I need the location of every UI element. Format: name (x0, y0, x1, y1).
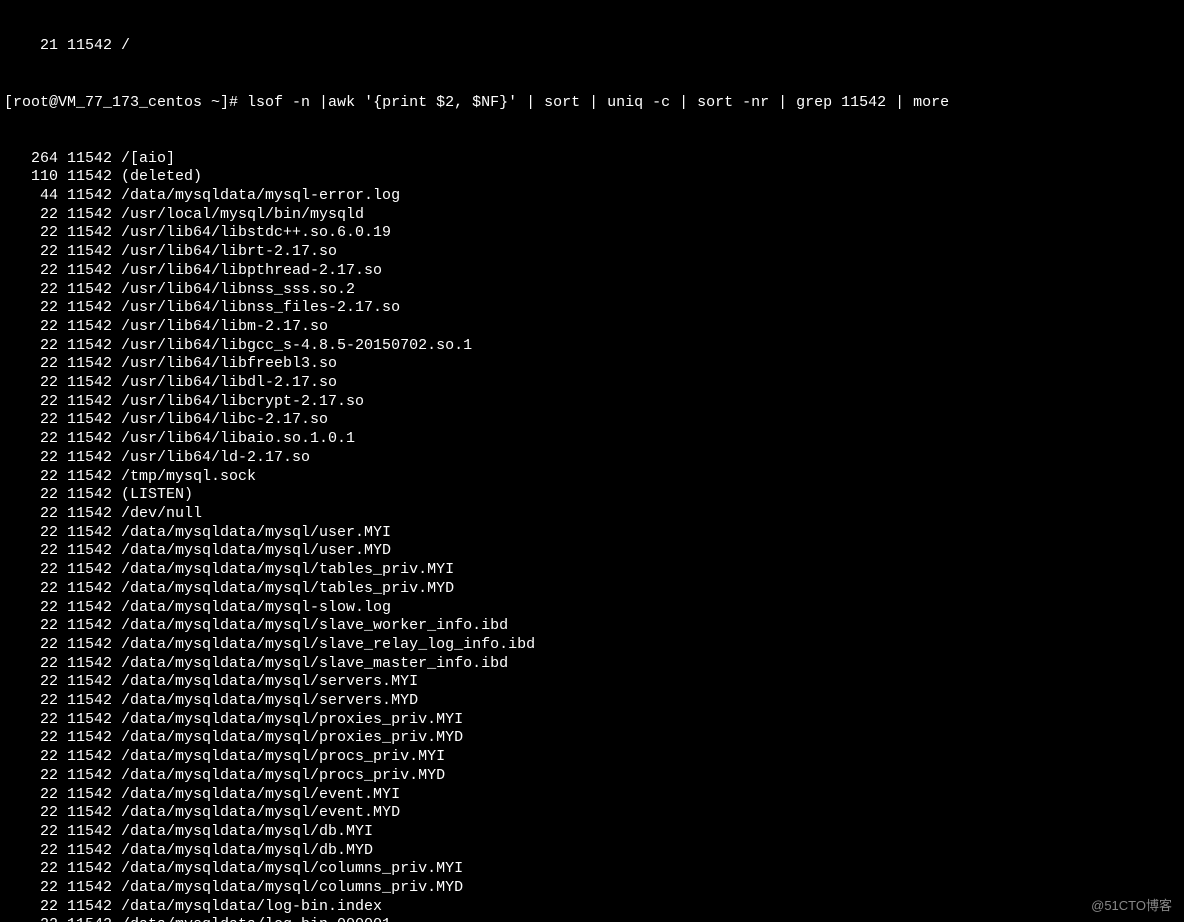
output-line: 22 11542 /data/mysqldata/mysql/servers.M… (4, 673, 1180, 692)
output-line: 22 11542 /usr/lib64/libnss_files-2.17.so (4, 299, 1180, 318)
output-line: 22 11542 /data/mysqldata/mysql/slave_rel… (4, 636, 1180, 655)
output-line: 22 11542 /data/mysqldata/mysql/tables_pr… (4, 580, 1180, 599)
output-rows: 264 11542 /[aio] 110 11542 (deleted) 44 … (4, 150, 1180, 922)
output-line: 22 11542 /data/mysqldata/mysql/columns_p… (4, 879, 1180, 898)
output-line: 22 11542 /usr/lib64/libcrypt-2.17.so (4, 393, 1180, 412)
output-line: 22 11542 /usr/lib64/libstdc++.so.6.0.19 (4, 224, 1180, 243)
terminal[interactable]: 21 11542 / [root@VM_77_173_centos ~]# ls… (0, 0, 1184, 922)
output-line: 22 11542 /data/mysqldata/mysql/proxies_p… (4, 729, 1180, 748)
output-line: 22 11542 /data/mysqldata/mysql/event.MYD (4, 804, 1180, 823)
output-line: 22 11542 /data/mysqldata/mysql/columns_p… (4, 860, 1180, 879)
output-line: 22 11542 /data/mysqldata/mysql/user.MYD (4, 542, 1180, 561)
output-line: 22 11542 /usr/lib64/ld-2.17.so (4, 449, 1180, 468)
output-line: 22 11542 /data/mysqldata/mysql/slave_mas… (4, 655, 1180, 674)
output-line: 22 11542 /data/mysqldata/mysql/procs_pri… (4, 748, 1180, 767)
output-line: 22 11542 /usr/lib64/libdl-2.17.so (4, 374, 1180, 393)
output-line: 110 11542 (deleted) (4, 168, 1180, 187)
output-line: 22 11542 /data/mysqldata/mysql/procs_pri… (4, 767, 1180, 786)
output-line: 264 11542 /[aio] (4, 150, 1180, 169)
output-line: 22 11542 /data/mysqldata/mysql/proxies_p… (4, 711, 1180, 730)
output-line: 22 11542 /tmp/mysql.sock (4, 468, 1180, 487)
command-text: lsof -n |awk '{print $2, $NF}' | sort | … (247, 94, 949, 111)
output-line: 22 11542 /data/mysqldata/log-bin.index (4, 898, 1180, 917)
output-line: 22 11542 /usr/lib64/libpthread-2.17.so (4, 262, 1180, 281)
output-line: 22 11542 /usr/lib64/libfreebl3.so (4, 355, 1180, 374)
watermark: @51CTO博客 (1091, 897, 1172, 916)
output-line: 22 11542 /data/mysqldata/mysql/servers.M… (4, 692, 1180, 711)
output-line: 22 11542 /usr/lib64/libaio.so.1.0.1 (4, 430, 1180, 449)
output-line: 22 11542 /usr/lib64/librt-2.17.so (4, 243, 1180, 262)
output-line: 22 11542 /data/mysqldata/mysql/db.MYD (4, 842, 1180, 861)
output-line: 22 11542 /data/mysqldata/mysql/event.MYI (4, 786, 1180, 805)
output-line: 22 11542 /data/mysqldata/mysql-slow.log (4, 599, 1180, 618)
output-line: 44 11542 /data/mysqldata/mysql-error.log (4, 187, 1180, 206)
output-line: 22 11542 /data/mysqldata/mysql/user.MYI (4, 524, 1180, 543)
output-line: 22 11542 /usr/lib64/libgcc_s-4.8.5-20150… (4, 337, 1180, 356)
output-line: 22 11542 /data/mysqldata/mysql/tables_pr… (4, 561, 1180, 580)
output-line: 22 11542 /usr/lib64/libc-2.17.so (4, 411, 1180, 430)
output-line: 22 11542 (LISTEN) (4, 486, 1180, 505)
prompt: [root@VM_77_173_centos ~]# (4, 94, 247, 111)
output-line: 22 11542 /usr/lib64/libm-2.17.so (4, 318, 1180, 337)
output-line: 22 11542 /data/mysqldata/mysql/db.MYI (4, 823, 1180, 842)
output-line: 22 11542 /data/mysqldata/mysql/slave_wor… (4, 617, 1180, 636)
output-line: 21 11542 / (4, 37, 1180, 56)
output-line: 22 11542 /usr/local/mysql/bin/mysqld (4, 206, 1180, 225)
command-line: [root@VM_77_173_centos ~]# lsof -n |awk … (4, 94, 1180, 113)
output-line: 22 11542 /data/mysqldata/log-bin.000001 (4, 916, 1180, 922)
output-line: 22 11542 /dev/null (4, 505, 1180, 524)
output-line: 22 11542 /usr/lib64/libnss_sss.so.2 (4, 281, 1180, 300)
